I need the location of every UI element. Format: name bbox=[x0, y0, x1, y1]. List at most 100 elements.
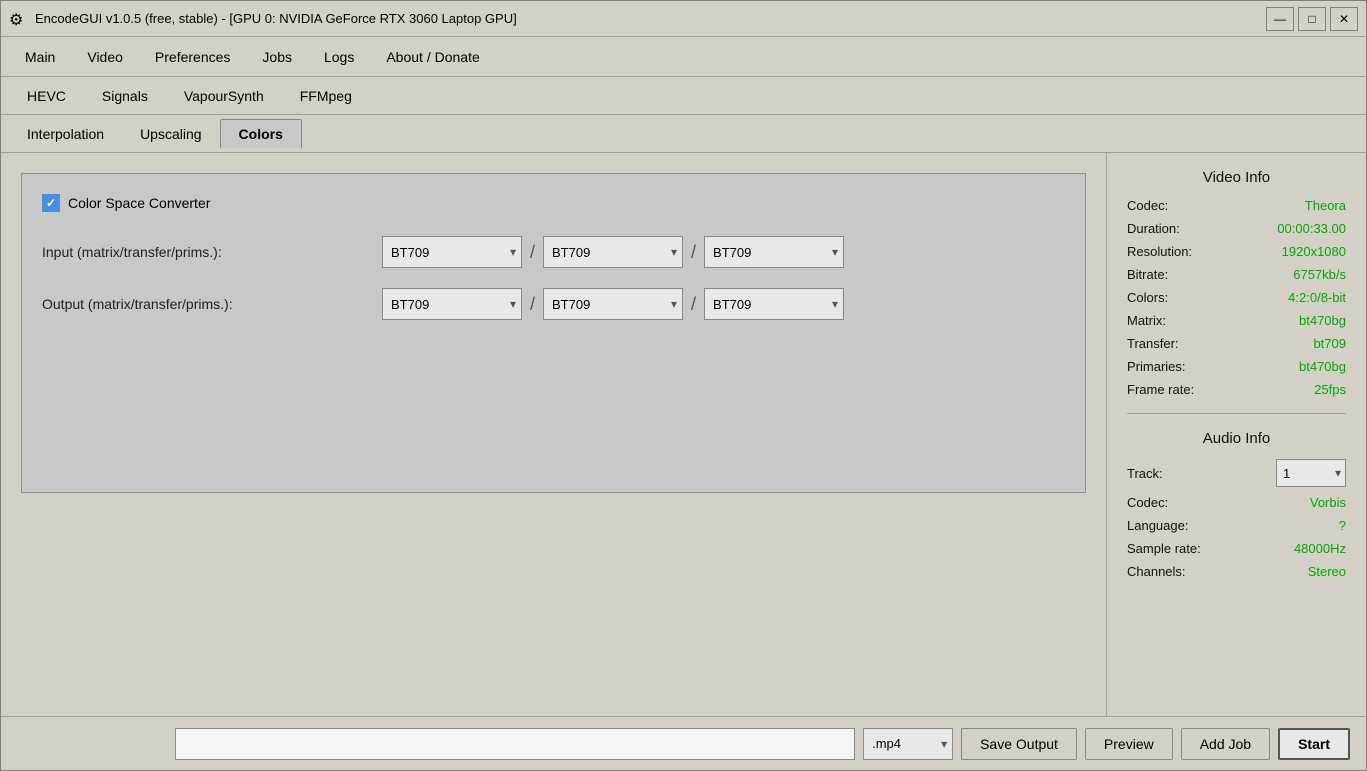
input-label: Input (matrix/transfer/prims.): bbox=[42, 244, 382, 260]
output-matrix-select[interactable]: BT709 BT601 BT2020 bbox=[382, 288, 522, 320]
audio-samplerate-value: 48000Hz bbox=[1294, 541, 1346, 556]
video-matrix-row: Matrix: bt470bg bbox=[1127, 313, 1346, 328]
output-path-input[interactable] bbox=[175, 728, 855, 760]
title-bar: ⚙ EncodeGUI v1.0.5 (free, stable) - [GPU… bbox=[1, 1, 1366, 37]
close-button[interactable]: ✕ bbox=[1330, 7, 1358, 31]
tab-signals[interactable]: Signals bbox=[84, 82, 166, 110]
input-matrix-select[interactable]: BT709 BT601 BT2020 bt470bg bbox=[382, 236, 522, 268]
video-bitrate-row: Bitrate: 6757kb/s bbox=[1127, 267, 1346, 282]
app-icon: ⚙ bbox=[9, 10, 27, 28]
audio-language-row: Language: ? bbox=[1127, 518, 1346, 533]
menu-item-about-donate[interactable]: About / Donate bbox=[370, 43, 495, 71]
input-matrix-wrapper: BT709 BT601 BT2020 bt470bg bbox=[382, 236, 522, 268]
video-framerate-value: 25fps bbox=[1314, 382, 1346, 397]
menu-item-logs[interactable]: Logs bbox=[308, 43, 370, 71]
audio-track-select[interactable]: 1 2 3 bbox=[1276, 459, 1346, 487]
audio-channels-label: Channels: bbox=[1127, 564, 1186, 579]
video-primaries-value: bt470bg bbox=[1299, 359, 1346, 374]
title-bar-controls: — □ ✕ bbox=[1266, 7, 1358, 31]
start-button[interactable]: Start bbox=[1278, 728, 1350, 760]
audio-track-select-wrapper: 1 2 3 bbox=[1276, 459, 1346, 487]
audio-language-value: ? bbox=[1339, 518, 1346, 533]
video-matrix-label: Matrix: bbox=[1127, 313, 1166, 328]
video-bitrate-value: 6757kb/s bbox=[1293, 267, 1346, 282]
audio-channels-row: Channels: Stereo bbox=[1127, 564, 1346, 579]
video-codec-value: Theora bbox=[1305, 198, 1346, 213]
maximize-button[interactable]: □ bbox=[1298, 7, 1326, 31]
output-transfer-wrapper: BT709 BT601 BT2020 bbox=[543, 288, 683, 320]
menu-item-preferences[interactable]: Preferences bbox=[139, 43, 246, 71]
bottom-bar: .mp4 .mkv .avi .mov .webm Save Output Pr… bbox=[1, 716, 1366, 770]
audio-language-label: Language: bbox=[1127, 518, 1188, 533]
separator-2: / bbox=[691, 242, 696, 263]
audio-codec-label: Codec: bbox=[1127, 495, 1168, 510]
right-panel: Video Info Codec: Theora Duration: 00:00… bbox=[1106, 153, 1366, 716]
output-dropdowns: BT709 BT601 BT2020 / BT709 BT601 BT2020 bbox=[382, 288, 844, 320]
input-dropdowns: BT709 BT601 BT2020 bt470bg / BT709 BT601 bbox=[382, 236, 844, 268]
tab-vapoursynth[interactable]: VapourSynth bbox=[166, 82, 282, 110]
video-framerate-row: Frame rate: 25fps bbox=[1127, 382, 1346, 397]
audio-codec-value: Vorbis bbox=[1310, 495, 1346, 510]
video-duration-row: Duration: 00:00:33.00 bbox=[1127, 221, 1346, 236]
audio-track-label: Track: bbox=[1127, 466, 1163, 481]
tab-colors[interactable]: Colors bbox=[220, 119, 302, 149]
sub-tab-bar-row1: HEVC Signals VapourSynth FFMpeg bbox=[1, 77, 1366, 115]
video-resolution-value: 1920x1080 bbox=[1282, 244, 1346, 259]
video-transfer-row: Transfer: bt709 bbox=[1127, 336, 1346, 351]
window-title: EncodeGUI v1.0.5 (free, stable) - [GPU 0… bbox=[35, 11, 517, 26]
color-space-converter-label: Color Space Converter bbox=[68, 195, 210, 211]
output-label: Output (matrix/transfer/prims.): bbox=[42, 296, 382, 312]
video-colors-label: Colors: bbox=[1127, 290, 1168, 305]
input-transfer-select[interactable]: BT709 BT601 BT2020 bbox=[543, 236, 683, 268]
menu-item-main[interactable]: Main bbox=[9, 43, 71, 71]
content-area: Color Space Converter Input (matrix/tran… bbox=[1, 153, 1366, 716]
video-bitrate-label: Bitrate: bbox=[1127, 267, 1168, 282]
input-prims-select[interactable]: BT709 BT601 BT2020 bbox=[704, 236, 844, 268]
info-divider bbox=[1127, 413, 1346, 414]
audio-samplerate-label: Sample rate: bbox=[1127, 541, 1201, 556]
minimize-button[interactable]: — bbox=[1266, 7, 1294, 31]
menu-item-jobs[interactable]: Jobs bbox=[246, 43, 308, 71]
extension-select-wrapper: .mp4 .mkv .avi .mov .webm bbox=[863, 728, 953, 760]
video-codec-label: Codec: bbox=[1127, 198, 1168, 213]
tab-ffmpeg[interactable]: FFMpeg bbox=[282, 82, 370, 110]
tab-upscaling[interactable]: Upscaling bbox=[122, 120, 219, 148]
extension-select[interactable]: .mp4 .mkv .avi .mov .webm bbox=[863, 728, 953, 760]
input-transfer-wrapper: BT709 BT601 BT2020 bbox=[543, 236, 683, 268]
output-prims-wrapper: BT709 BT601 BT2020 bbox=[704, 288, 844, 320]
video-duration-label: Duration: bbox=[1127, 221, 1180, 236]
audio-channels-value: Stereo bbox=[1308, 564, 1346, 579]
output-prims-select[interactable]: BT709 BT601 BT2020 bbox=[704, 288, 844, 320]
output-field-row: Output (matrix/transfer/prims.): BT709 B… bbox=[42, 288, 1065, 320]
input-prims-wrapper: BT709 BT601 BT2020 bbox=[704, 236, 844, 268]
separator-3: / bbox=[530, 294, 535, 315]
video-primaries-row: Primaries: bt470bg bbox=[1127, 359, 1346, 374]
save-output-button[interactable]: Save Output bbox=[961, 728, 1077, 760]
video-matrix-value: bt470bg bbox=[1299, 313, 1346, 328]
menu-item-video[interactable]: Video bbox=[71, 43, 139, 71]
input-field-row: Input (matrix/transfer/prims.): BT709 BT… bbox=[42, 236, 1065, 268]
tab-hevc[interactable]: HEVC bbox=[9, 82, 84, 110]
main-panel: Color Space Converter Input (matrix/tran… bbox=[1, 153, 1106, 716]
add-job-button[interactable]: Add Job bbox=[1181, 728, 1270, 760]
video-colors-value: 4:2:0/8-bit bbox=[1288, 290, 1346, 305]
output-matrix-wrapper: BT709 BT601 BT2020 bbox=[382, 288, 522, 320]
separator-1: / bbox=[530, 242, 535, 263]
video-transfer-label: Transfer: bbox=[1127, 336, 1179, 351]
audio-samplerate-row: Sample rate: 48000Hz bbox=[1127, 541, 1346, 556]
color-space-converter-row: Color Space Converter bbox=[42, 194, 1065, 212]
tab-interpolation[interactable]: Interpolation bbox=[9, 120, 122, 148]
audio-info-title: Audio Info bbox=[1127, 430, 1346, 447]
video-resolution-label: Resolution: bbox=[1127, 244, 1192, 259]
video-framerate-label: Frame rate: bbox=[1127, 382, 1194, 397]
color-space-converter-checkbox[interactable] bbox=[42, 194, 60, 212]
output-transfer-select[interactable]: BT709 BT601 BT2020 bbox=[543, 288, 683, 320]
title-bar-left: ⚙ EncodeGUI v1.0.5 (free, stable) - [GPU… bbox=[9, 10, 517, 28]
video-duration-value: 00:00:33.00 bbox=[1277, 221, 1346, 236]
video-codec-row: Codec: Theora bbox=[1127, 198, 1346, 213]
preview-button[interactable]: Preview bbox=[1085, 728, 1173, 760]
audio-track-row: Track: 1 2 3 bbox=[1127, 459, 1346, 487]
video-info-title: Video Info bbox=[1127, 169, 1346, 186]
video-transfer-value: bt709 bbox=[1313, 336, 1346, 351]
inner-panel: Color Space Converter Input (matrix/tran… bbox=[21, 173, 1086, 493]
